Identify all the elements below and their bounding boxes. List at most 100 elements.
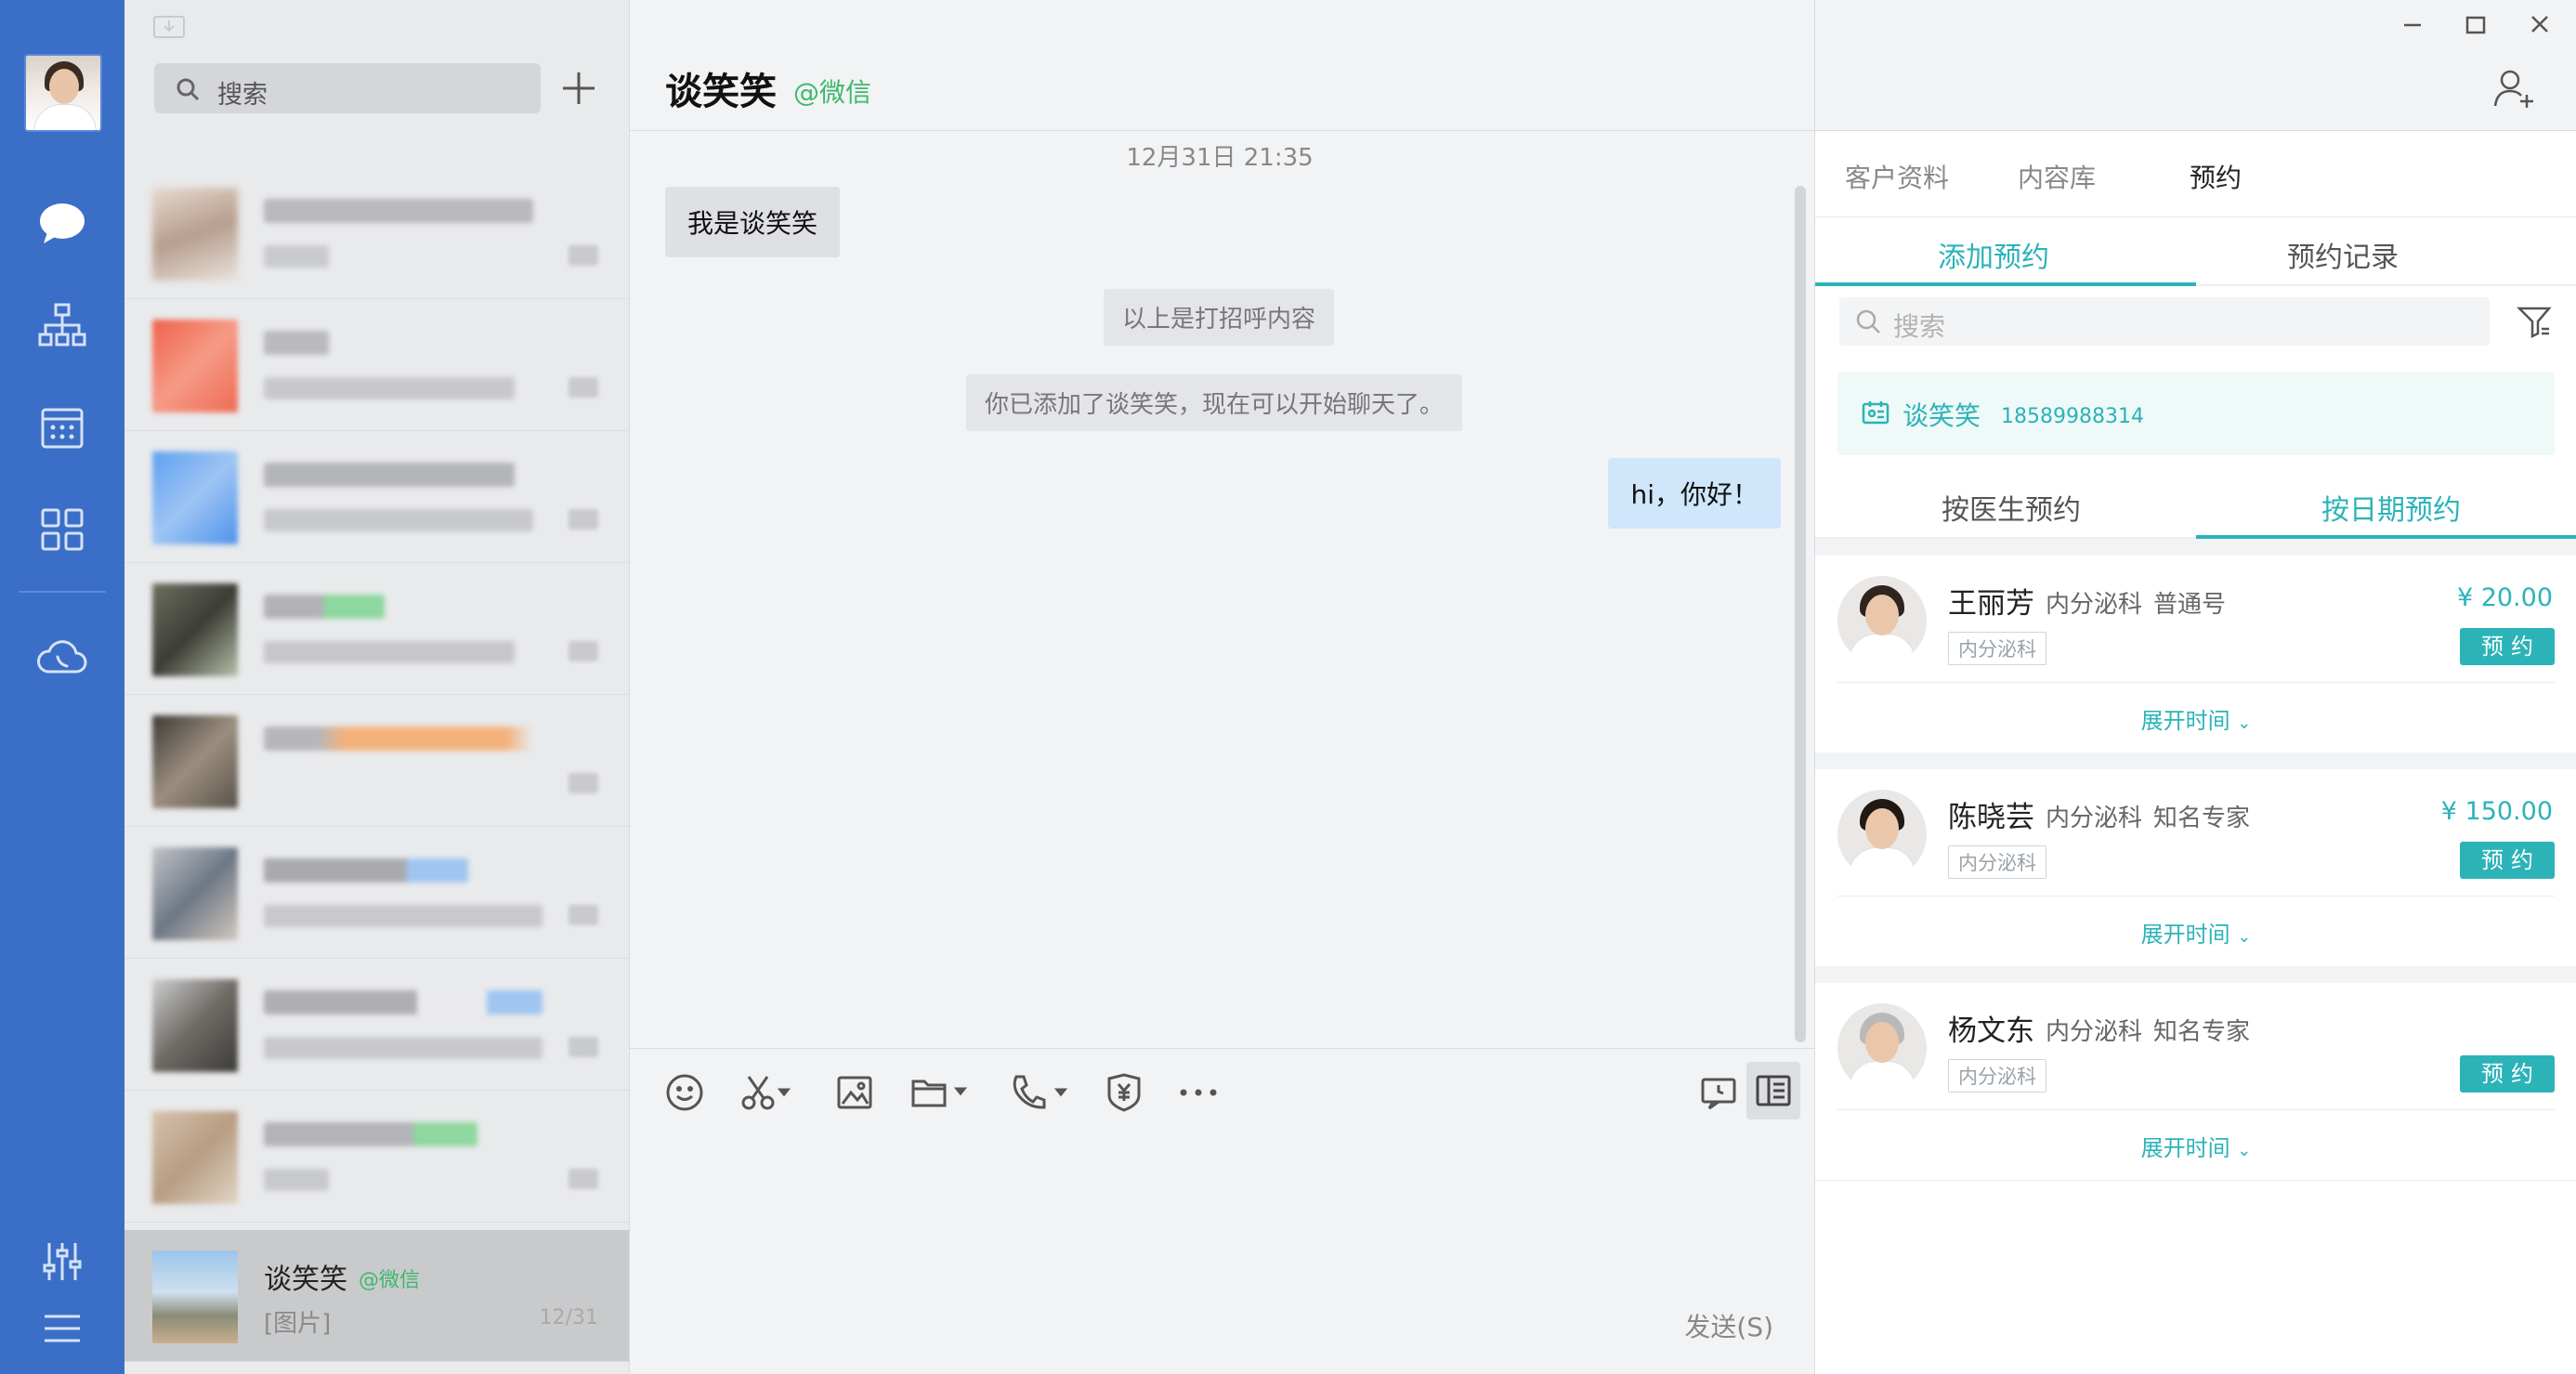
booking-mode-tabs: 按医生预约 按日期预约 bbox=[1815, 472, 2576, 539]
tab-appointment[interactable]: 预约 bbox=[2190, 158, 2242, 195]
expand-time-label: 展开时间 bbox=[2140, 922, 2230, 948]
list-item[interactable] bbox=[124, 563, 629, 695]
subtab-add-appointment[interactable]: 添加预约 bbox=[1938, 234, 2049, 275]
message-area: 12月31日 21:35 我是谈笑笑 以上是打招呼内容 你已添加了谈笑笑，现在可… bbox=[630, 131, 1814, 1046]
rail-divider bbox=[19, 591, 106, 593]
tab-by-doctor[interactable]: 按医生预约 bbox=[1942, 487, 2081, 528]
convlist-header: 搜索 bbox=[124, 0, 629, 149]
doctor-level: 知名专家 bbox=[2153, 805, 2251, 832]
tab-customer-profile[interactable]: 客户资料 bbox=[1845, 158, 1949, 195]
list-item[interactable] bbox=[124, 431, 629, 563]
emoji-icon[interactable] bbox=[665, 1069, 704, 1116]
subtab-underline bbox=[1815, 282, 2196, 286]
more-icon[interactable] bbox=[1178, 1069, 1219, 1116]
conversation-list: 谈笑笑 @微信 [图片] 12/31 搜索 bbox=[124, 0, 630, 1374]
expand-time-label: 展开时间 bbox=[2140, 708, 2230, 734]
chat-scrollbar[interactable] bbox=[1795, 186, 1806, 1042]
side-panel-toggle-icon[interactable] bbox=[1746, 1062, 1800, 1119]
search-input[interactable] bbox=[154, 63, 541, 113]
sliders-icon[interactable] bbox=[25, 1224, 99, 1299]
screenshot-scissors-icon[interactable] bbox=[739, 1069, 795, 1116]
chat-history-icon[interactable] bbox=[1700, 1069, 1737, 1116]
doctor-price: ¥ 20.00 bbox=[2456, 583, 2553, 612]
minimize-icon[interactable] bbox=[2393, 11, 2430, 39]
system-message: 你已添加了谈笑笑，现在可以开始聊天了。 bbox=[966, 374, 1463, 431]
customer-card[interactable]: 谈笑笑 18589988314 bbox=[1837, 372, 2555, 455]
add-contact-icon[interactable] bbox=[2491, 67, 2536, 115]
book-button[interactable]: 预约 bbox=[2460, 628, 2555, 665]
doctor-card: 杨文东 内分泌科 知名专家 内分泌科 预约 展开时间 ⌄ bbox=[1815, 983, 2576, 1180]
customer-phone: 18589988314 bbox=[2001, 405, 2144, 428]
separator bbox=[1815, 752, 2576, 769]
close-icon[interactable] bbox=[2521, 11, 2558, 39]
doctor-price: ¥ 150.00 bbox=[2440, 797, 2553, 826]
apps-grid-icon[interactable] bbox=[25, 492, 99, 567]
chat-wechat-tag: @微信 bbox=[793, 77, 872, 108]
expand-time-link[interactable]: 展开时间 ⌄ bbox=[1815, 916, 2576, 949]
search-icon bbox=[175, 76, 201, 106]
doctor-department: 内分泌科 bbox=[2046, 591, 2143, 619]
chat-header: 谈笑笑 @微信 bbox=[630, 0, 1814, 131]
filter-icon[interactable] bbox=[2516, 303, 2553, 340]
contact-avatar bbox=[152, 1250, 238, 1343]
chat-pane: 谈笑笑 @微信 12月31日 21:35 我是谈笑笑 以上是打招呼内容 你已添加… bbox=[630, 0, 1814, 1374]
send-button[interactable]: 发送(S) bbox=[1684, 1307, 1773, 1344]
image-icon[interactable] bbox=[836, 1069, 873, 1116]
incoming-message[interactable]: 我是谈笑笑 bbox=[665, 187, 841, 257]
subtab-appointment-records[interactable]: 预约记录 bbox=[2287, 234, 2399, 275]
appointment-panel: 客户资料 内容库 预约 添加预约 预约记录 搜索 谈笑笑 18589988314 bbox=[1814, 0, 2576, 1374]
chat-bubble-icon[interactable] bbox=[25, 186, 99, 260]
last-message-preview: [图片] bbox=[264, 1310, 332, 1338]
doctor-card: 陈晓芸 内分泌科 知名专家 内分泌科 ¥ 150.00 预约 展开时间 ⌄ bbox=[1815, 769, 2576, 966]
list-item[interactable] bbox=[124, 959, 629, 1091]
customer-name: 谈笑笑 bbox=[1903, 400, 1981, 431]
org-tree-icon[interactable] bbox=[25, 288, 99, 362]
chevron-double-down-icon: ⌄ bbox=[2237, 927, 2252, 947]
department-chip: 内分泌科 bbox=[1948, 632, 2046, 665]
system-message: 以上是打招呼内容 bbox=[1104, 289, 1335, 346]
expand-time-link[interactable]: 展开时间 ⌄ bbox=[1815, 702, 2576, 735]
list-item[interactable] bbox=[124, 299, 629, 431]
doctor-avatar bbox=[1837, 576, 1927, 665]
appointment-subtabs: 添加预约 预约记录 bbox=[1815, 217, 2576, 286]
search-icon bbox=[1854, 308, 1882, 339]
doctor-card: 王丽芳 内分泌科 普通号 内分泌科 ¥ 20.00 预约 展开时间 ⌄ bbox=[1815, 556, 2576, 752]
phone-icon[interactable] bbox=[1009, 1069, 1070, 1116]
list-item[interactable] bbox=[124, 827, 629, 959]
calendar-icon[interactable] bbox=[25, 390, 99, 465]
maximize-icon[interactable] bbox=[2456, 11, 2493, 39]
expand-time-link[interactable]: 展开时间 ⌄ bbox=[1815, 1130, 2576, 1162]
tab-content-library[interactable]: 内容库 bbox=[2018, 158, 2096, 195]
contact-name: 谈笑笑 bbox=[264, 1263, 347, 1296]
chevron-double-down-icon: ⌄ bbox=[2237, 1141, 2252, 1160]
payment-icon[interactable] bbox=[1105, 1069, 1143, 1116]
message-timestamp: 12月31日 21:35 bbox=[1126, 144, 1314, 172]
doctor-avatar bbox=[1837, 1003, 1927, 1093]
nav-rail bbox=[0, 0, 124, 1374]
add-plus-icon[interactable] bbox=[556, 65, 602, 111]
user-avatar[interactable] bbox=[24, 54, 102, 132]
book-button[interactable]: 预约 bbox=[2460, 842, 2555, 879]
hamburger-menu-icon[interactable] bbox=[25, 1291, 99, 1366]
list-item[interactable] bbox=[124, 695, 629, 827]
panel-search-input[interactable]: 搜索 bbox=[1839, 297, 2490, 346]
outgoing-message[interactable]: hi，你好！ bbox=[1608, 458, 1781, 529]
chat-title: 谈笑笑 bbox=[665, 71, 777, 113]
book-button[interactable]: 预约 bbox=[2460, 1055, 2555, 1093]
doctor-department: 内分泌科 bbox=[2046, 805, 2143, 832]
folder-icon[interactable] bbox=[910, 1069, 972, 1116]
cloud-phone-icon[interactable] bbox=[25, 618, 99, 692]
separator bbox=[1815, 966, 2576, 983]
doctor-department: 内分泌科 bbox=[2046, 1018, 2143, 1046]
conversation-item-active[interactable]: 谈笑笑 @微信 [图片] 12/31 bbox=[124, 1230, 629, 1362]
department-chip: 内分泌科 bbox=[1948, 845, 2046, 879]
list-item[interactable] bbox=[124, 1091, 629, 1223]
panel-search-placeholder: 搜索 bbox=[1893, 311, 1946, 342]
doctor-name: 陈晓芸 bbox=[1948, 801, 2034, 834]
app-window: 谈笑笑 @微信 [图片] 12/31 搜索 谈笑笑 @微信 12月31日 21:… bbox=[0, 0, 2576, 1374]
download-icon[interactable] bbox=[152, 13, 186, 39]
id-card-icon bbox=[1862, 399, 1890, 429]
chevron-double-down-icon: ⌄ bbox=[2237, 713, 2252, 733]
tab-by-date[interactable]: 按日期预约 bbox=[2321, 487, 2461, 528]
list-item[interactable] bbox=[124, 167, 629, 299]
